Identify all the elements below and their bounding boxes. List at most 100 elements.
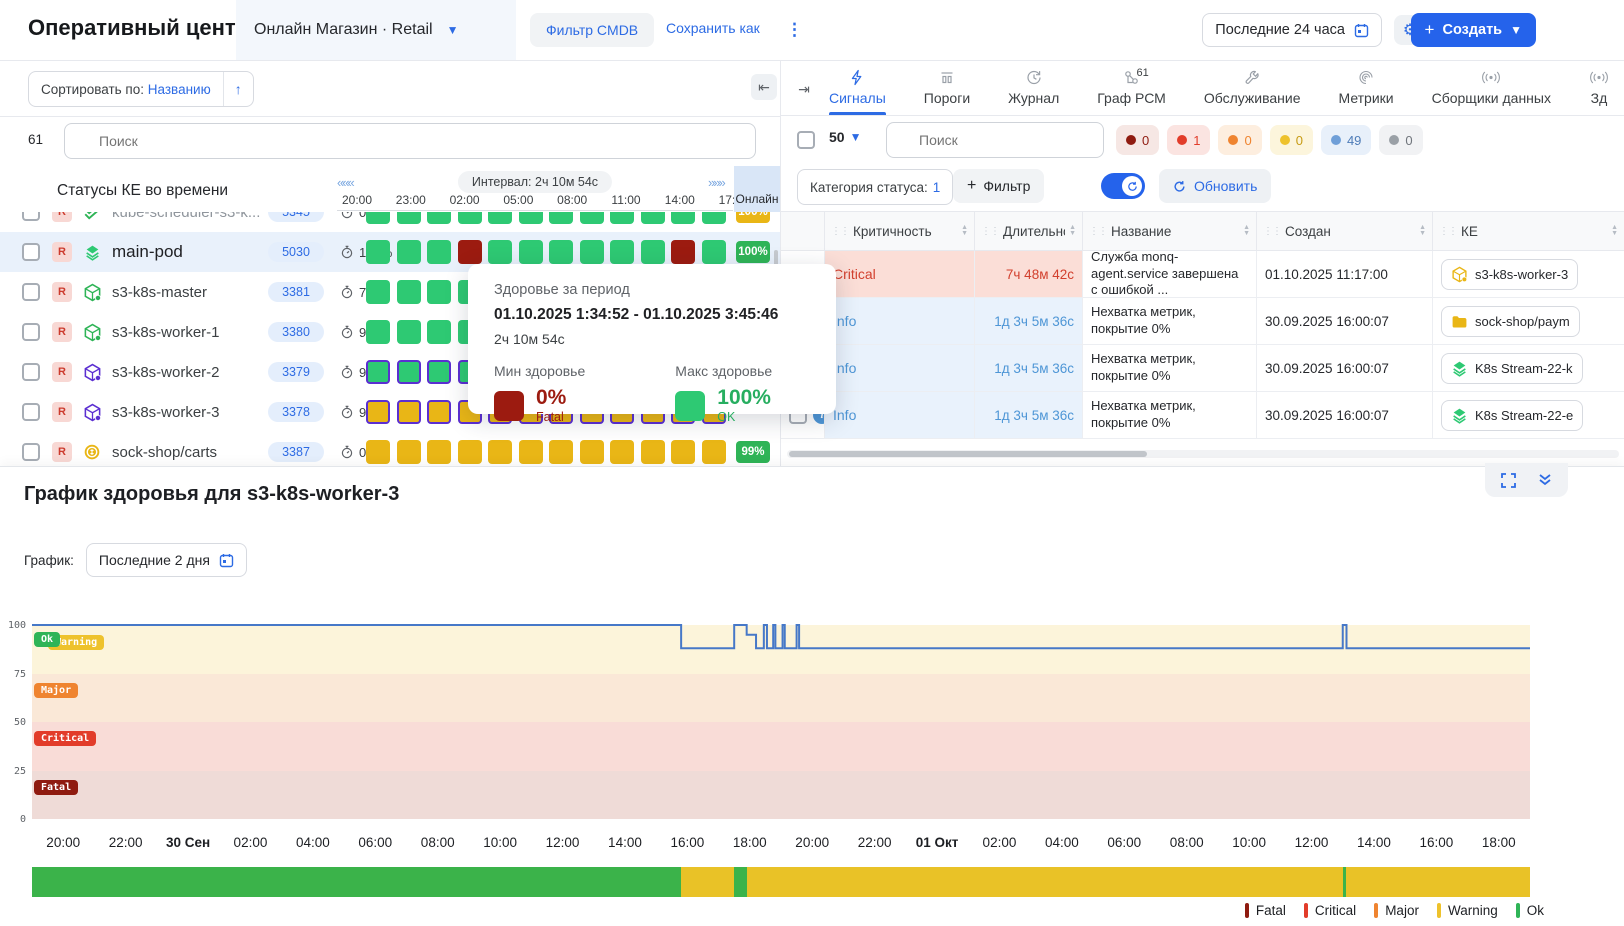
severity-counter[interactable]: 0 [1218,125,1261,155]
status-square-ok[interactable] [519,240,543,264]
row-checkbox[interactable] [22,363,40,381]
ke-id-badge[interactable]: 5030 [268,242,324,262]
sort-icon[interactable]: ▲▼ [1419,225,1426,237]
ke-id-badge[interactable]: 3387 [268,442,324,462]
scrollbar-thumb[interactable] [789,451,1147,457]
add-filter-button[interactable]: + Фильтр [953,169,1044,203]
status-square-ok[interactable] [397,320,421,344]
row-checkbox[interactable] [22,243,40,261]
signals-search-input[interactable] [886,122,1104,158]
tab-граф-рсм[interactable]: 61Граф РСМ [1097,69,1166,115]
filter-cmdb-button[interactable]: Фильтр CMDB [530,13,654,47]
severity-counter[interactable]: 0 [1379,125,1422,155]
table-row[interactable]: iInfo1д 3ч 5м 36сНехватка метрик, покрыт… [781,298,1624,345]
kebab-menu-icon[interactable]: ⋮ [786,20,803,40]
status-square-warning[interactable] [427,400,451,424]
drag-handle-icon[interactable]: ⋮⋮ [831,226,849,237]
status-square-warning[interactable] [580,440,604,464]
time-range-picker[interactable]: Последние 24 часа [1202,13,1382,47]
fullscreen-icon[interactable] [1501,473,1516,488]
status-square-warning[interactable] [397,400,421,424]
select-all-checkbox[interactable] [797,131,815,149]
sort-icon[interactable]: ▲▼ [961,225,968,237]
create-button[interactable]: + Создать ▼ [1411,13,1536,47]
column-header-длительность[interactable]: ⋮⋮Длительность▲▼ [975,211,1083,251]
tab-метрики[interactable]: Метрики [1339,69,1394,115]
tab-журнал[interactable]: Журнал [1008,69,1059,115]
sort-icon[interactable]: ▲▼ [1611,225,1618,237]
status-square-ok[interactable] [702,240,726,264]
collapse-left-panel-button[interactable]: ⇤ [751,74,777,100]
status-square-ok[interactable] [366,320,390,344]
table-row[interactable]: iInfo1д 3ч 5м 36сНехватка метрик, покрыт… [781,345,1624,392]
tab-сборщики-данных[interactable]: Сборщики данных [1432,69,1551,115]
severity-counter[interactable]: 0 [1270,125,1313,155]
sort-direction-button[interactable]: ↑ [223,72,253,106]
status-square-warning[interactable] [610,440,634,464]
status-square-ok[interactable] [641,240,665,264]
expand-right-panel-button[interactable]: ⇥ [791,76,817,102]
status-square-ok[interactable] [427,360,451,384]
ke-search-input[interactable] [64,123,756,159]
status-square-warning[interactable] [641,440,665,464]
status-square-fatal[interactable] [671,240,695,264]
column-header-ке[interactable]: ⋮⋮КЕ▲▼ [1433,211,1624,251]
column-header-создан[interactable]: ⋮⋮Создан▲▼ [1257,211,1433,251]
row-checkbox[interactable] [22,323,40,341]
sort-icon[interactable]: ▲▼ [1069,225,1076,237]
table-row[interactable]: !Critical7ч 48м 42сСлужба monq-agent.ser… [781,251,1624,298]
ke-link[interactable]: K8s Stream-22-k [1441,353,1583,384]
timeline-scroll-left-icon[interactable]: ««« [337,175,353,190]
column-header-название[interactable]: ⋮⋮Название▲▼ [1083,211,1257,251]
drag-handle-icon[interactable]: ⋮⋮ [1089,226,1107,237]
status-square-warning[interactable] [458,440,482,464]
sort-control[interactable]: Сортировать по: Названию ↑ [28,71,254,107]
ke-id-badge[interactable]: 3378 [268,402,324,422]
drag-handle-icon[interactable]: ⋮⋮ [981,226,999,237]
chart-range-picker[interactable]: Последние 2 дня [86,543,247,577]
sort-icon[interactable]: ▲▼ [1243,225,1250,237]
column-header-критичность[interactable]: ⋮⋮Критичность▲▼ [825,211,975,251]
status-square-ok[interactable] [427,240,451,264]
status-square-ok[interactable] [366,240,390,264]
tab-зд[interactable]: Зд [1589,69,1609,115]
status-square-warning[interactable] [671,440,695,464]
status-square-ok[interactable] [366,280,390,304]
tab-пороги[interactable]: Пороги [924,69,970,115]
ke-link[interactable]: sock-shop/paym [1441,306,1580,337]
status-square-warning[interactable] [549,440,573,464]
status-square-fatal[interactable] [458,240,482,264]
ke-id-badge[interactable]: 3379 [268,362,324,382]
page-size-select[interactable]: 50 ▼ [829,129,861,145]
status-square-warning[interactable] [702,440,726,464]
tab-обслуживание[interactable]: Обслуживание [1204,69,1301,115]
tab-сигналы[interactable]: Сигналы [829,69,886,115]
refresh-button[interactable]: Обновить [1159,169,1271,203]
status-square-ok[interactable] [427,320,451,344]
status-square-ok[interactable] [427,280,451,304]
status-category-filter[interactable]: Категория статуса: 1 [797,169,953,205]
drag-handle-icon[interactable]: ⋮⋮ [1439,226,1457,237]
status-square-ok[interactable] [488,240,512,264]
status-square-ok[interactable] [580,240,604,264]
severity-counter[interactable]: 1 [1167,125,1210,155]
row-checkbox[interactable] [22,283,40,301]
timeline-scroll-right-icon[interactable]: »»» [708,175,724,190]
status-square-ok[interactable] [397,280,421,304]
status-square-warning[interactable] [366,440,390,464]
ke-row[interactable]: Rsock-shop/carts33870%99% [0,432,780,466]
status-square-warning[interactable] [427,440,451,464]
collapse-section-icon[interactable] [1538,473,1552,487]
status-square-warning[interactable] [488,440,512,464]
auto-refresh-toggle[interactable] [1101,173,1145,199]
severity-counter[interactable]: 0 [1116,125,1159,155]
project-selector[interactable]: Онлайн Магазин · Retail ▼ [236,0,516,60]
status-square-ok[interactable] [397,360,421,384]
drag-handle-icon[interactable]: ⋮⋮ [1263,226,1281,237]
table-row[interactable]: iInfo1д 3ч 5м 36сНехватка метрик, покрыт… [781,392,1624,439]
ke-link[interactable]: K8s Stream-22-e [1441,400,1583,431]
status-square-warning[interactable] [519,440,543,464]
save-as-button[interactable]: Сохранить как [660,19,766,37]
row-checkbox[interactable] [22,443,40,461]
severity-counter[interactable]: 49 [1321,125,1371,155]
